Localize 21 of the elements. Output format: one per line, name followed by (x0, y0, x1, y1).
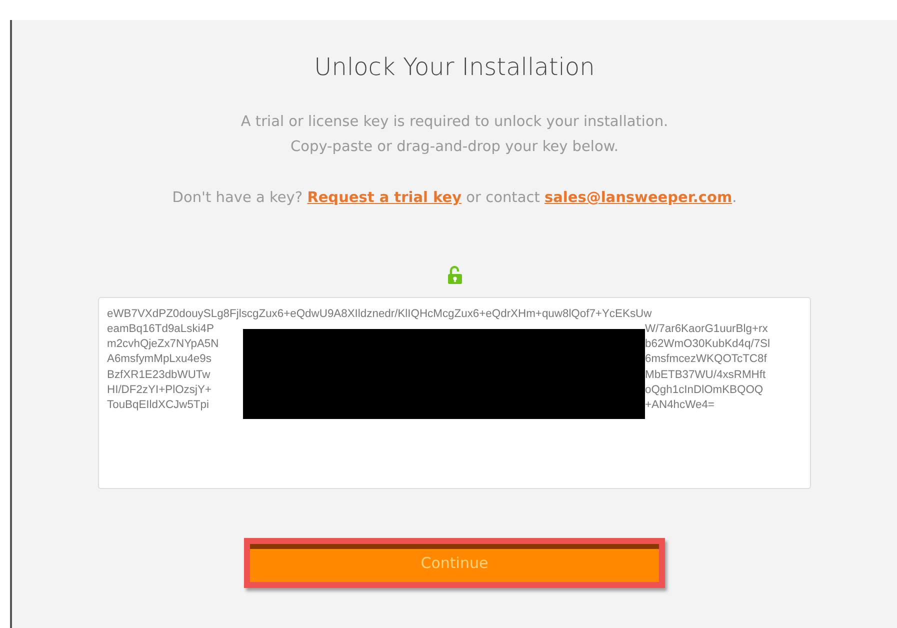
key-text: eamBq16Td9aLski4P (107, 322, 215, 337)
continue-button[interactable]: Continue (244, 538, 665, 588)
key-text: +AN4hcWe4= (645, 398, 716, 414)
key-text: HI/DF2zYI+PlOzsjY+ (107, 382, 212, 398)
key-text: W/7ar6KaorG1uurBlg+rx (645, 322, 769, 337)
trial-key-link[interactable]: Request a trial key (307, 190, 462, 206)
help-text: Don't have a key? Request a trial key or contact sales@lansweeper.com. (172, 190, 737, 206)
key-text: b62WmO30KubKd4q/7Sl (645, 337, 772, 352)
key-text: BzfXR1E23dbWUTw (107, 368, 212, 383)
key-text: A6msfymMpLxu4e9s (107, 352, 212, 368)
key-text: 6msfmcezWKQOTcTC8f (645, 352, 768, 368)
key-text: m2cvhQjeZx7NYpA5N (107, 337, 220, 352)
key-field[interactable] (98, 296, 811, 488)
intro-text: Copy-paste or drag-and-drop your key below. (290, 138, 618, 157)
page-title: Unlock Your Installation (314, 52, 595, 83)
key-text: MbETB37WU/4xsRMHft (645, 368, 767, 383)
email-link[interactable]: sales@lansweeper.com (544, 190, 732, 206)
key-text: eWB7VXdPZ0douySLg8FjlscgZux6+eQdwU9A8XIldznedr/KlIQHcMcgZux6+eQdrXHm+quw8lQof7+YcEKsUw (107, 306, 653, 322)
key-text: TouBqEIldXCJw5Tpi (107, 398, 210, 414)
key-text: oQgh1cInDlOmKBQOQ (645, 382, 764, 398)
intro-text: A trial or license key is required to unlock your installation. (240, 113, 668, 132)
